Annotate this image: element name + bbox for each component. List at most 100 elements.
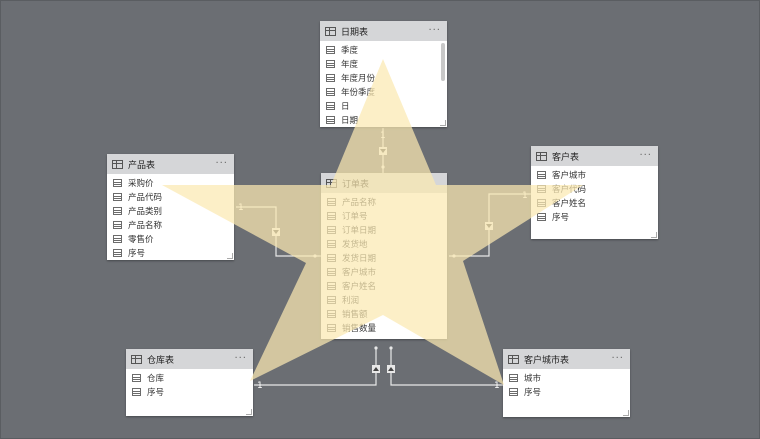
column-icon — [327, 226, 336, 234]
field-item[interactable]: 季度 — [320, 43, 447, 57]
column-icon — [537, 199, 546, 207]
more-options-icon[interactable]: ··· — [428, 26, 441, 36]
field-item[interactable]: 客户姓名 — [321, 279, 447, 293]
table-card-customer[interactable]: 客户表 ··· 客户城市 客户代码 客户姓名 序号 — [531, 146, 658, 239]
table-title: 客户表 — [552, 152, 580, 163]
column-icon — [327, 254, 336, 262]
relationship-warehouse-order — [254, 349, 377, 386]
table-header-warehouse[interactable]: 仓库表 ··· — [126, 349, 253, 369]
many-dot-city — [389, 346, 393, 350]
column-icon — [326, 102, 335, 110]
column-icon — [132, 388, 141, 396]
many-dot-customer — [452, 254, 456, 258]
many-dot-date — [381, 165, 385, 169]
field-item[interactable]: 城市 — [503, 371, 630, 385]
field-item[interactable]: 发货地 — [321, 237, 447, 251]
field-item[interactable]: 序号 — [107, 246, 234, 260]
field-item[interactable]: 客户姓名 — [531, 196, 658, 210]
field-name: 发货地 — [342, 240, 368, 250]
table-icon — [325, 26, 336, 36]
field-item[interactable]: 产品代码 — [107, 190, 234, 204]
column-icon — [113, 207, 122, 215]
column-icon — [113, 235, 122, 243]
resize-handle[interactable] — [227, 253, 233, 259]
more-options-icon[interactable]: ··· — [215, 159, 228, 169]
column-icon — [327, 268, 336, 276]
field-item[interactable]: 订单号 — [321, 209, 447, 223]
table-card-order[interactable]: 订单表 产品名称 订单号 订单日期 发货地 发货日期 客户城市 客户姓名 利润 … — [321, 173, 447, 339]
more-options-icon[interactable]: ··· — [639, 151, 652, 161]
field-name: 序号 — [552, 213, 570, 223]
field-name: 发货日期 — [342, 254, 377, 264]
table-header-date[interactable]: 日期表 ··· — [320, 21, 447, 41]
column-icon — [113, 249, 122, 257]
field-item[interactable]: 订单日期 — [321, 223, 447, 237]
field-name: 订单号 — [342, 212, 368, 222]
field-item[interactable]: 产品类别 — [107, 204, 234, 218]
field-list: 仓库 序号 — [126, 369, 253, 399]
field-item[interactable]: 采购价 — [107, 176, 234, 190]
table-card-customer-city[interactable]: 客户城市表 ··· 城市 序号 — [503, 349, 630, 417]
field-name: 客户姓名 — [552, 199, 587, 209]
field-name: 序号 — [128, 249, 146, 259]
column-icon — [327, 296, 336, 304]
field-item[interactable]: 年度 — [320, 57, 447, 71]
field-name: 采购价 — [128, 179, 154, 189]
field-item[interactable]: 日 — [320, 99, 447, 113]
field-item[interactable]: 销售额 — [321, 307, 447, 321]
column-icon — [326, 46, 335, 54]
field-item[interactable]: 销售数量 — [321, 321, 447, 335]
field-name: 零售价 — [128, 235, 154, 245]
field-item[interactable]: 年份季度 — [320, 85, 447, 99]
resize-handle[interactable] — [623, 410, 629, 416]
field-item[interactable]: 客户城市 — [321, 265, 447, 279]
field-name: 城市 — [524, 374, 542, 384]
field-name: 订单日期 — [342, 226, 377, 236]
field-item[interactable]: 零售价 — [107, 232, 234, 246]
field-item[interactable]: 序号 — [531, 210, 658, 224]
field-item[interactable]: 年度月份 — [320, 71, 447, 85]
field-name: 年度月份 — [341, 74, 376, 84]
table-icon — [112, 159, 123, 169]
table-header-customer[interactable]: 客户表 ··· — [531, 146, 658, 166]
table-card-warehouse[interactable]: 仓库表 ··· 仓库 序号 — [126, 349, 253, 416]
field-name: 仓库 — [147, 374, 165, 384]
field-name: 产品名称 — [342, 198, 377, 208]
vertical-scrollbar[interactable] — [441, 43, 445, 81]
column-icon — [132, 374, 141, 382]
more-options-icon[interactable]: ··· — [234, 354, 247, 364]
field-name: 年度 — [341, 60, 359, 70]
more-options-icon[interactable]: ··· — [611, 354, 624, 364]
table-title: 仓库表 — [147, 355, 175, 366]
field-item[interactable]: 利润 — [321, 293, 447, 307]
table-header-customer-city[interactable]: 客户城市表 ··· — [503, 349, 630, 369]
resize-handle[interactable] — [440, 120, 446, 126]
column-icon — [537, 171, 546, 179]
table-card-date[interactable]: 日期表 ··· 季度 年度 年度月份 年份季度 日 日期 — [320, 21, 447, 127]
field-item[interactable]: 序号 — [126, 385, 253, 399]
model-canvas[interactable]: 1 1 1 1 1 日期表 ··· 季度 年度 年度月份 年份季度 日 日期 产… — [0, 0, 760, 439]
field-item[interactable]: 产品名称 — [321, 195, 447, 209]
column-icon — [326, 74, 335, 82]
field-name: 日期 — [341, 116, 359, 126]
field-item[interactable]: 仓库 — [126, 371, 253, 385]
field-name: 客户姓名 — [342, 282, 377, 292]
relationship-city-order — [390, 349, 504, 386]
column-icon — [326, 88, 335, 96]
field-item[interactable]: 客户代码 — [531, 182, 658, 196]
table-icon — [326, 178, 337, 188]
field-item[interactable]: 产品名称 — [107, 218, 234, 232]
one-label-city: 1 — [494, 381, 500, 391]
field-item[interactable]: 序号 — [503, 385, 630, 399]
field-item[interactable]: 发货日期 — [321, 251, 447, 265]
table-header-order[interactable]: 订单表 — [321, 173, 447, 193]
field-item[interactable]: 客户城市 — [531, 168, 658, 182]
field-item[interactable]: 日期 — [320, 113, 447, 127]
table-header-product[interactable]: 产品表 ··· — [107, 154, 234, 174]
field-name: 销售数量 — [342, 324, 377, 334]
table-card-product[interactable]: 产品表 ··· 采购价 产品代码 产品类别 产品名称 零售价 序号 — [107, 154, 234, 260]
field-name: 产品代码 — [128, 193, 163, 203]
resize-handle[interactable] — [246, 409, 252, 415]
resize-handle[interactable] — [651, 232, 657, 238]
field-list: 城市 序号 — [503, 369, 630, 399]
